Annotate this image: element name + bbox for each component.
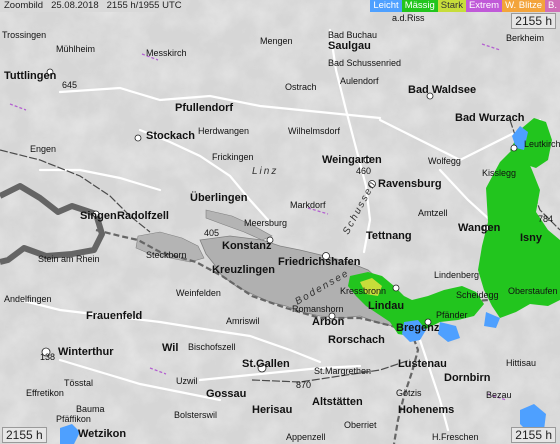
place-label: Steckborn (146, 250, 187, 260)
legend-item-m-ssig: Mässig (401, 0, 438, 12)
place-label: Mühlheim (56, 44, 96, 54)
place-label: Bauma (76, 404, 105, 414)
place-label: Bad Schussenried (328, 58, 402, 68)
road-number: 784 (538, 214, 554, 224)
place-label: Ravensburg (378, 178, 442, 190)
place-label: Frickingen (212, 152, 254, 162)
place-label: Arbon (312, 316, 345, 328)
place-label: Lindenberg (434, 270, 480, 280)
place-label: Engen (30, 144, 57, 154)
place-label: Konstanz (222, 240, 272, 252)
place-label: Friedrichshafen (278, 256, 361, 268)
place-label: Dornbirn (444, 372, 491, 384)
place-label: Appenzell (286, 432, 326, 442)
place-label: Kressbronn (340, 286, 387, 296)
place-label: Bischofszell (188, 342, 236, 352)
place-label: H.Freschen (432, 432, 479, 442)
place-label: Bad Buchau (328, 30, 378, 40)
place-label: Mengen (260, 36, 293, 46)
road-number: 405 (204, 228, 220, 238)
place-label: Markdorf (290, 200, 326, 210)
place-label: Meersburg (244, 218, 288, 228)
road-number: 138 (40, 352, 56, 362)
place-label: Ostrach (285, 82, 317, 92)
place-label: Trossingen (2, 30, 47, 40)
place-label: Saulgau (328, 40, 371, 52)
legend-item-w-blitze: W. Blitze (502, 0, 546, 12)
place-label: Bolsterswil (174, 410, 218, 420)
place-label: Oberstaufen (508, 286, 558, 296)
place-label: Hittisau (506, 358, 537, 368)
place-label: Leutkirch (524, 139, 560, 149)
legend-item-leicht: Leicht (370, 0, 402, 12)
legend-item-stark: Stark (437, 0, 466, 12)
place-label: Pfänder (436, 310, 468, 320)
road-number: 870 (296, 380, 312, 390)
place-label: Amriswil (226, 316, 260, 326)
place-label: Wangen (458, 222, 501, 234)
place-label: a.d.Riss (392, 13, 425, 23)
time-badge-bottom-left: 2155 h (2, 427, 47, 443)
header-title: Zoombild (0, 0, 48, 12)
place-label: Herisau (252, 404, 293, 416)
time-badge-bottom-right: 2155 h (511, 427, 556, 443)
time-badge-top-right: 2155 h (511, 13, 556, 29)
place-label: Radolfzell (117, 210, 169, 222)
place-label: Wilhelmsdorf (288, 126, 341, 136)
place-label: Überlingen (190, 192, 248, 204)
place-label: Isny (520, 232, 543, 244)
place-label: Aulendorf (340, 76, 379, 86)
place-label: Bad Wurzach (455, 112, 525, 124)
radar-map: Trossingen Mühlheim Messkirch Mengen Bad… (0, 0, 560, 444)
place-label: Altstätten (312, 396, 363, 408)
place-label: Bregenz (396, 322, 440, 334)
place-label: Oberriet (344, 420, 377, 430)
place-label: Singen (80, 210, 117, 222)
place-label: Frauenfeld (86, 310, 143, 322)
region-label: Linz (252, 166, 279, 177)
header-bar: Zoombild 25.08.2018 2155 h/1955 UTC Leic… (0, 0, 560, 12)
place-label: Wetzikon (78, 428, 127, 440)
place-label: Stein am Rhein (38, 254, 100, 264)
place-label: Stockach (146, 130, 195, 142)
place-label: Tösstal (64, 378, 94, 388)
place-label: Tettnang (366, 230, 412, 242)
place-label: Effretikon (26, 388, 64, 398)
place-label: Tuttlingen (4, 70, 57, 82)
place-label: Berkheim (506, 33, 545, 43)
road-number: 645 (62, 80, 78, 90)
intensity-legend: Leicht Mässig Stark Extrem W. Blitze B. (370, 0, 560, 12)
place-label: Hohenems (398, 404, 455, 416)
place-label: Pfäffikon (56, 414, 91, 424)
place-label: Bezau (486, 390, 512, 400)
place-label: Herdwangen (198, 126, 250, 136)
place-label: Wil (162, 342, 179, 354)
place-label: Bad Waldsee (408, 84, 477, 96)
header-time: 2155 h/1955 UTC (102, 0, 186, 12)
place-label: Gossau (206, 388, 247, 400)
legend-item-b-: B. (545, 0, 560, 12)
place-label: Wolfegg (428, 156, 461, 166)
place-label: Winterthur (58, 346, 114, 358)
header-date: 25.08.2018 (47, 0, 103, 12)
place-label: Scheidegg (456, 290, 499, 300)
place-label: Kreuzlingen (212, 264, 275, 276)
place-label: Rorschach (328, 334, 385, 346)
place-label: Kisslegg (482, 168, 517, 178)
place-label: Lustenau (398, 358, 447, 370)
place-label: Messkirch (146, 48, 187, 58)
place-label: Weingarten (322, 154, 382, 166)
road-number: 460 (356, 166, 372, 176)
place-label: St.Gallen (242, 358, 290, 370)
place-label: Lindau (368, 300, 405, 312)
place-label: Andelfingen (4, 294, 52, 304)
place-label: Uzwil (176, 376, 198, 386)
place-label: Pfullendorf (175, 102, 234, 114)
legend-item-extrem: Extrem (465, 0, 503, 12)
place-label: Weinfelden (176, 288, 221, 298)
place-label: St.Margrethen (314, 366, 372, 376)
place-label: Amtzell (418, 208, 448, 218)
place-label: Götzis (396, 388, 422, 398)
